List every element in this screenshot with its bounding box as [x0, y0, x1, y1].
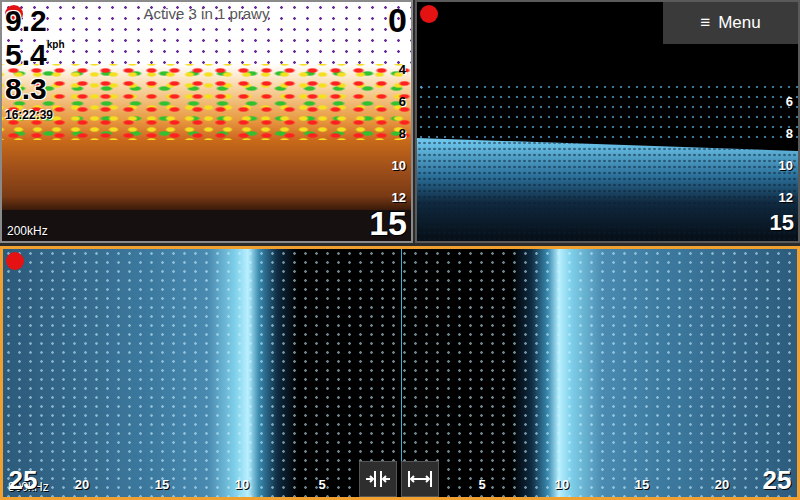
sidescan-panel[interactable]: 800kHz252520151055101520 [0, 246, 800, 500]
reading: 9.2 [5, 4, 65, 38]
depth-tick: 10 [779, 158, 793, 173]
range-label: 20 [715, 477, 729, 492]
range-label: 5 [318, 477, 325, 492]
range-bottom: 15 [770, 205, 794, 241]
range-left: 25 [9, 465, 38, 496]
reading: 5.4kph [5, 38, 65, 72]
widen-range-icon [407, 469, 433, 489]
sonar-fish-band [2, 64, 411, 144]
clock: 16:22:39 [5, 106, 65, 122]
narrow-range-icon [365, 469, 391, 489]
depth-tick: 4 [399, 62, 406, 77]
range-top: 0 [388, 2, 407, 38]
reading-value: 5.4 [5, 38, 47, 71]
range-label: 15 [635, 477, 649, 492]
range-label: 15 [155, 477, 169, 492]
depth-tick: 10 [392, 158, 406, 173]
range-right: 25 [763, 465, 792, 496]
depth-tick: 12 [779, 190, 793, 205]
sonar-display: 9.25.4kph8.316:22:39Active 3 in 1 prawy0… [0, 0, 800, 500]
readings: 9.25.4kph8.316:22:39 [5, 4, 65, 122]
frequency: 200kHz [7, 224, 48, 238]
depth-tick: 8 [399, 126, 406, 141]
depth-tick: 6 [399, 94, 406, 109]
downscan-dots [417, 82, 798, 142]
range-bottom: 15 [369, 205, 407, 241]
panel-title: Active 3 in 1 prawy [2, 5, 411, 22]
reading: 8.3 [5, 72, 65, 106]
widen-range-button[interactable] [401, 461, 439, 497]
reading-value: 9.2 [5, 4, 47, 37]
depth-tick: 12 [392, 190, 406, 205]
range-label: 5 [478, 477, 485, 492]
sonar-bottom [2, 140, 411, 210]
center-line [401, 249, 402, 497]
range-label: 20 [75, 477, 89, 492]
menu-label: Menu [718, 13, 761, 33]
sonar-deep [2, 210, 411, 241]
menu-icon: ≡ [700, 13, 710, 33]
range-label: 10 [555, 477, 569, 492]
reading-unit: kph [47, 39, 65, 50]
narrow-range-button[interactable] [359, 461, 397, 497]
menu-button[interactable]: ≡ Menu [663, 2, 798, 44]
record-icon [420, 5, 438, 23]
range-label: 10 [235, 477, 249, 492]
record-icon [6, 252, 24, 270]
top-row: 9.25.4kph8.316:22:39Active 3 in 1 prawy0… [0, 0, 800, 243]
reading-value: 8.3 [5, 72, 47, 105]
downscan-panel[interactable]: 6 8 10 1215 ≡ Menu [415, 0, 800, 243]
depth-tick: 6 [786, 94, 793, 109]
sonar-panel[interactable]: 9.25.4kph8.316:22:39Active 3 in 1 prawy0… [0, 0, 413, 243]
zoom-buttons [359, 461, 439, 497]
depth-tick: 8 [786, 126, 793, 141]
